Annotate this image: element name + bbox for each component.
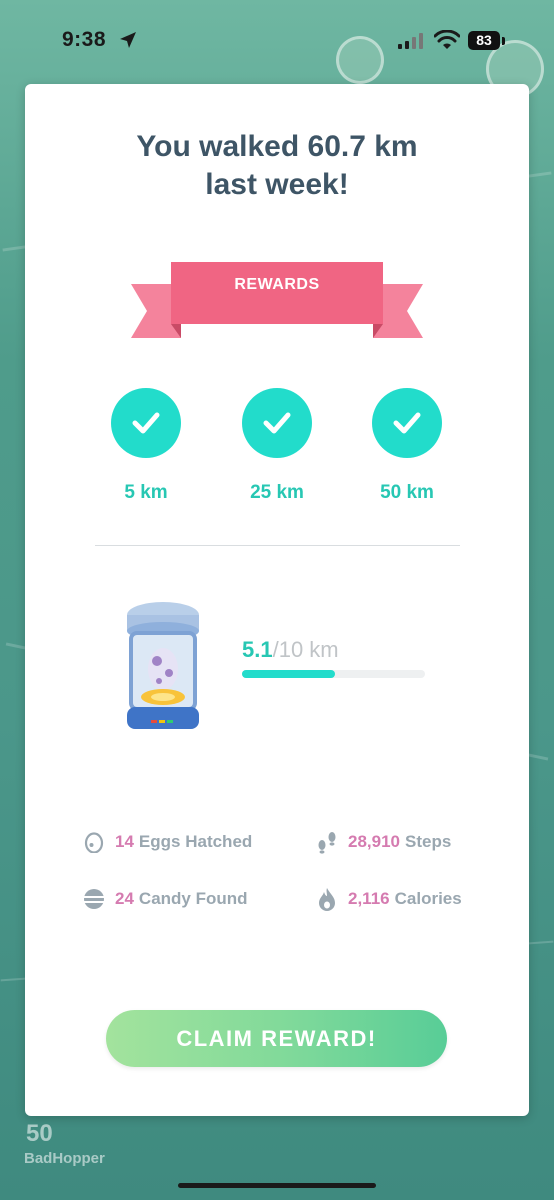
- egg-incubator-icon: [127, 602, 199, 729]
- incubator-progress-bar: [242, 670, 425, 678]
- check-icon: [132, 412, 160, 434]
- stat-eggs-hatched: 14 Eggs Hatched: [82, 828, 252, 856]
- stat-label: Calories: [394, 889, 462, 908]
- title-line-1: You walked 60.7 km: [136, 130, 418, 163]
- egg-icon: [82, 830, 106, 854]
- incubator-total: /10 km: [272, 637, 339, 662]
- stat-label: Eggs Hatched: [138, 832, 253, 851]
- stat-label: Candy Found: [138, 889, 248, 908]
- cellular-signal-icon: [398, 33, 423, 49]
- stat-number: 28,910: [348, 832, 400, 851]
- milestone-50km: 50 km: [347, 388, 467, 504]
- stat-steps: 28,910 Steps: [315, 828, 451, 856]
- trainer-name[interactable]: BadHopper: [24, 1150, 105, 1167]
- status-bar: 9:38 83: [0, 0, 554, 80]
- stat-number: 2,116: [348, 889, 390, 908]
- page-title: You walked 60.7 km last week!: [25, 128, 529, 204]
- stat-number: 24: [115, 889, 134, 908]
- milestone-check-circle: [372, 388, 442, 458]
- trainer-level[interactable]: 50: [26, 1120, 53, 1148]
- candy-icon: [82, 887, 106, 911]
- stat-calories: 2,116 Calories: [315, 885, 462, 913]
- stat-candy-found: 24 Candy Found: [82, 885, 248, 913]
- title-line-2: last week!: [205, 168, 349, 201]
- rewards-label: REWARDS: [234, 276, 320, 293]
- status-time: 9:38: [62, 28, 107, 51]
- incubator-current: 5.1: [242, 637, 273, 662]
- stat-label: Steps: [405, 832, 452, 851]
- milestone-label: 25 km: [250, 482, 304, 503]
- milestone-check-circle: [242, 388, 312, 458]
- stat-number: 14: [115, 832, 134, 851]
- milestone-check-circle: [111, 388, 181, 458]
- check-icon: [393, 412, 421, 434]
- incubator-progress-fill: [242, 670, 336, 678]
- rewards-ribbon: REWARDS: [131, 262, 423, 342]
- milestone-label: 50 km: [380, 482, 434, 503]
- battery-tip: [502, 37, 505, 45]
- home-indicator[interactable]: [178, 1183, 376, 1188]
- battery-indicator: 83: [468, 31, 500, 50]
- weekly-summary-card: You walked 60.7 km last week! REWARDS 5 …: [25, 84, 529, 1116]
- ribbon-banner-icon: [131, 262, 423, 338]
- milestone-25km: 25 km: [217, 388, 337, 504]
- location-arrow-icon: [120, 32, 136, 48]
- wifi-icon: [434, 30, 460, 49]
- divider: [95, 545, 460, 546]
- milestone-label: 5 km: [124, 482, 168, 503]
- milestone-5km: 5 km: [86, 388, 206, 504]
- claim-reward-button[interactable]: CLAIM REWARD!: [106, 1010, 447, 1067]
- check-icon: [263, 412, 291, 434]
- footprints-icon: [315, 830, 339, 854]
- incubator-progress-text: 5.1/10 km: [242, 637, 339, 663]
- flame-icon: [315, 887, 339, 911]
